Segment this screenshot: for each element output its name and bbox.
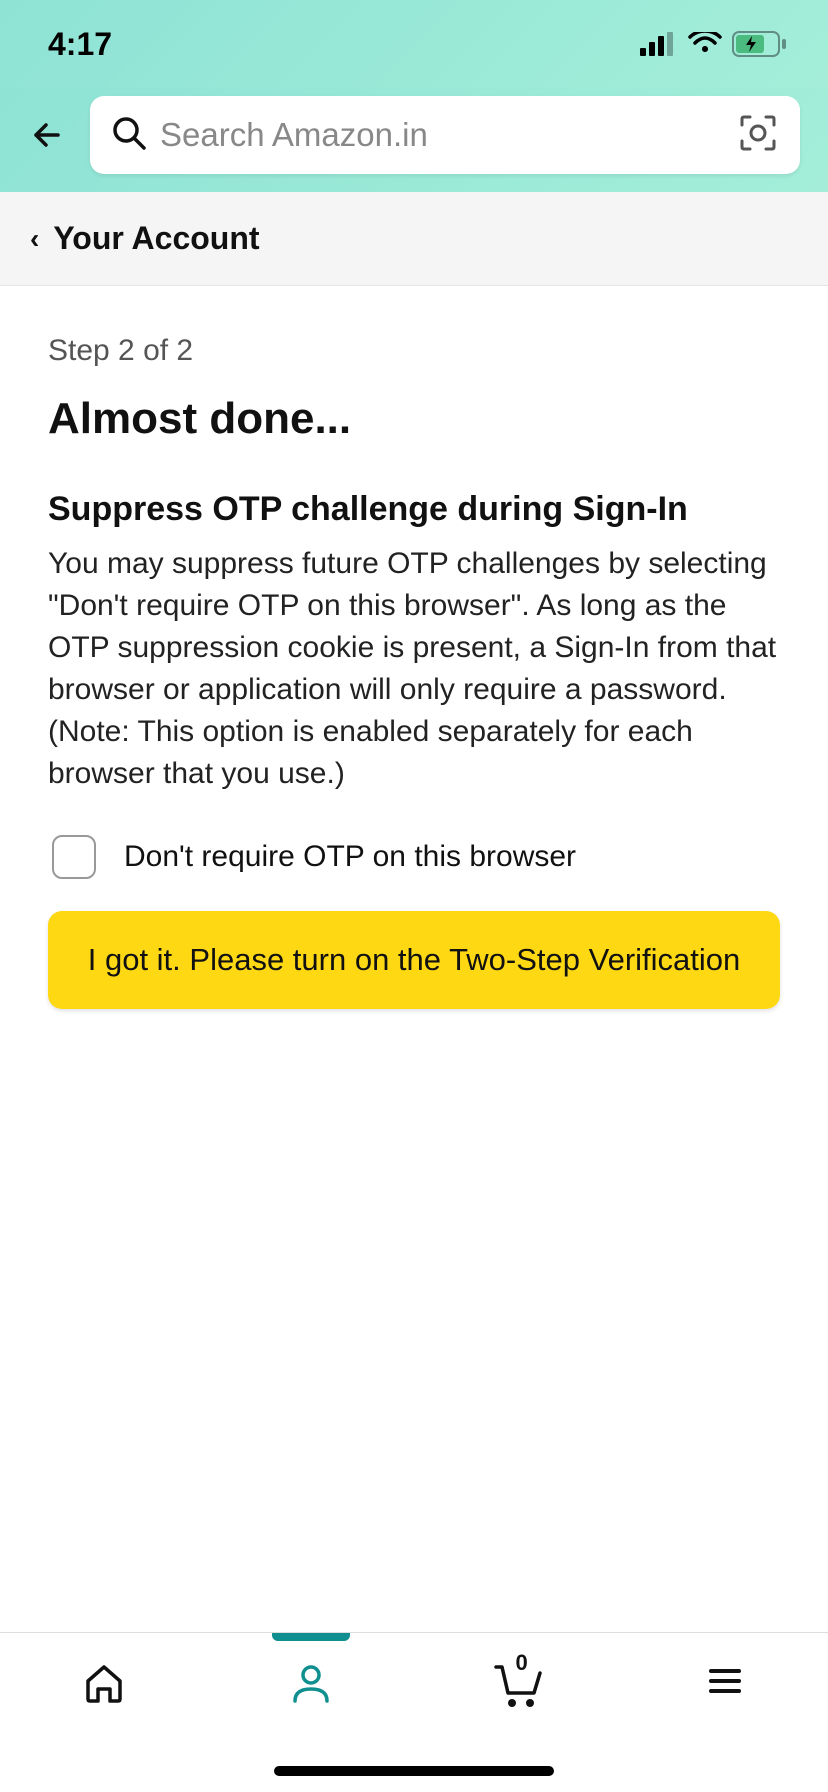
- nav-profile[interactable]: [251, 1661, 371, 1705]
- back-button[interactable]: [28, 115, 68, 155]
- menu-icon: [705, 1661, 745, 1701]
- cart-count-badge: 0: [516, 1650, 528, 1676]
- home-indicator[interactable]: [274, 1766, 554, 1776]
- wifi-icon: [688, 32, 722, 56]
- battery-charging-icon: [732, 31, 788, 57]
- otp-suppress-checkbox[interactable]: [52, 835, 96, 879]
- search-icon: [112, 116, 146, 155]
- search-input[interactable]: [160, 116, 724, 154]
- back-arrow-icon: [28, 115, 68, 155]
- checkbox-row: Don't require OTP on this browser: [48, 835, 780, 879]
- nav-home[interactable]: [44, 1661, 164, 1705]
- main-content: Step 2 of 2 Almost done... Suppress OTP …: [0, 286, 828, 1009]
- breadcrumb-label: Your Account: [53, 220, 259, 257]
- chevron-left-icon: ‹: [30, 223, 39, 255]
- status-time: 4:17: [48, 26, 112, 63]
- search-box[interactable]: [90, 96, 800, 174]
- status-bar: 4:17: [0, 0, 828, 88]
- header-search-bar: [0, 88, 828, 192]
- page-title: Almost done...: [48, 394, 780, 444]
- description-text: You may suppress future OTP challenges b…: [48, 543, 780, 795]
- nav-cart[interactable]: 0: [458, 1661, 578, 1709]
- status-icons: [640, 31, 788, 57]
- profile-icon: [289, 1661, 333, 1705]
- nav-menu[interactable]: [665, 1661, 785, 1701]
- checkbox-label: Don't require OTP on this browser: [124, 840, 576, 874]
- step-indicator: Step 2 of 2: [48, 334, 780, 368]
- camera-scan-icon[interactable]: [738, 113, 778, 158]
- home-icon: [82, 1661, 126, 1705]
- enable-two-step-button[interactable]: I got it. Please turn on the Two-Step Ve…: [48, 911, 780, 1009]
- breadcrumb[interactable]: ‹ Your Account: [0, 192, 828, 286]
- cellular-signal-icon: [640, 32, 678, 56]
- section-subtitle: Suppress OTP challenge during Sign-In: [48, 490, 780, 529]
